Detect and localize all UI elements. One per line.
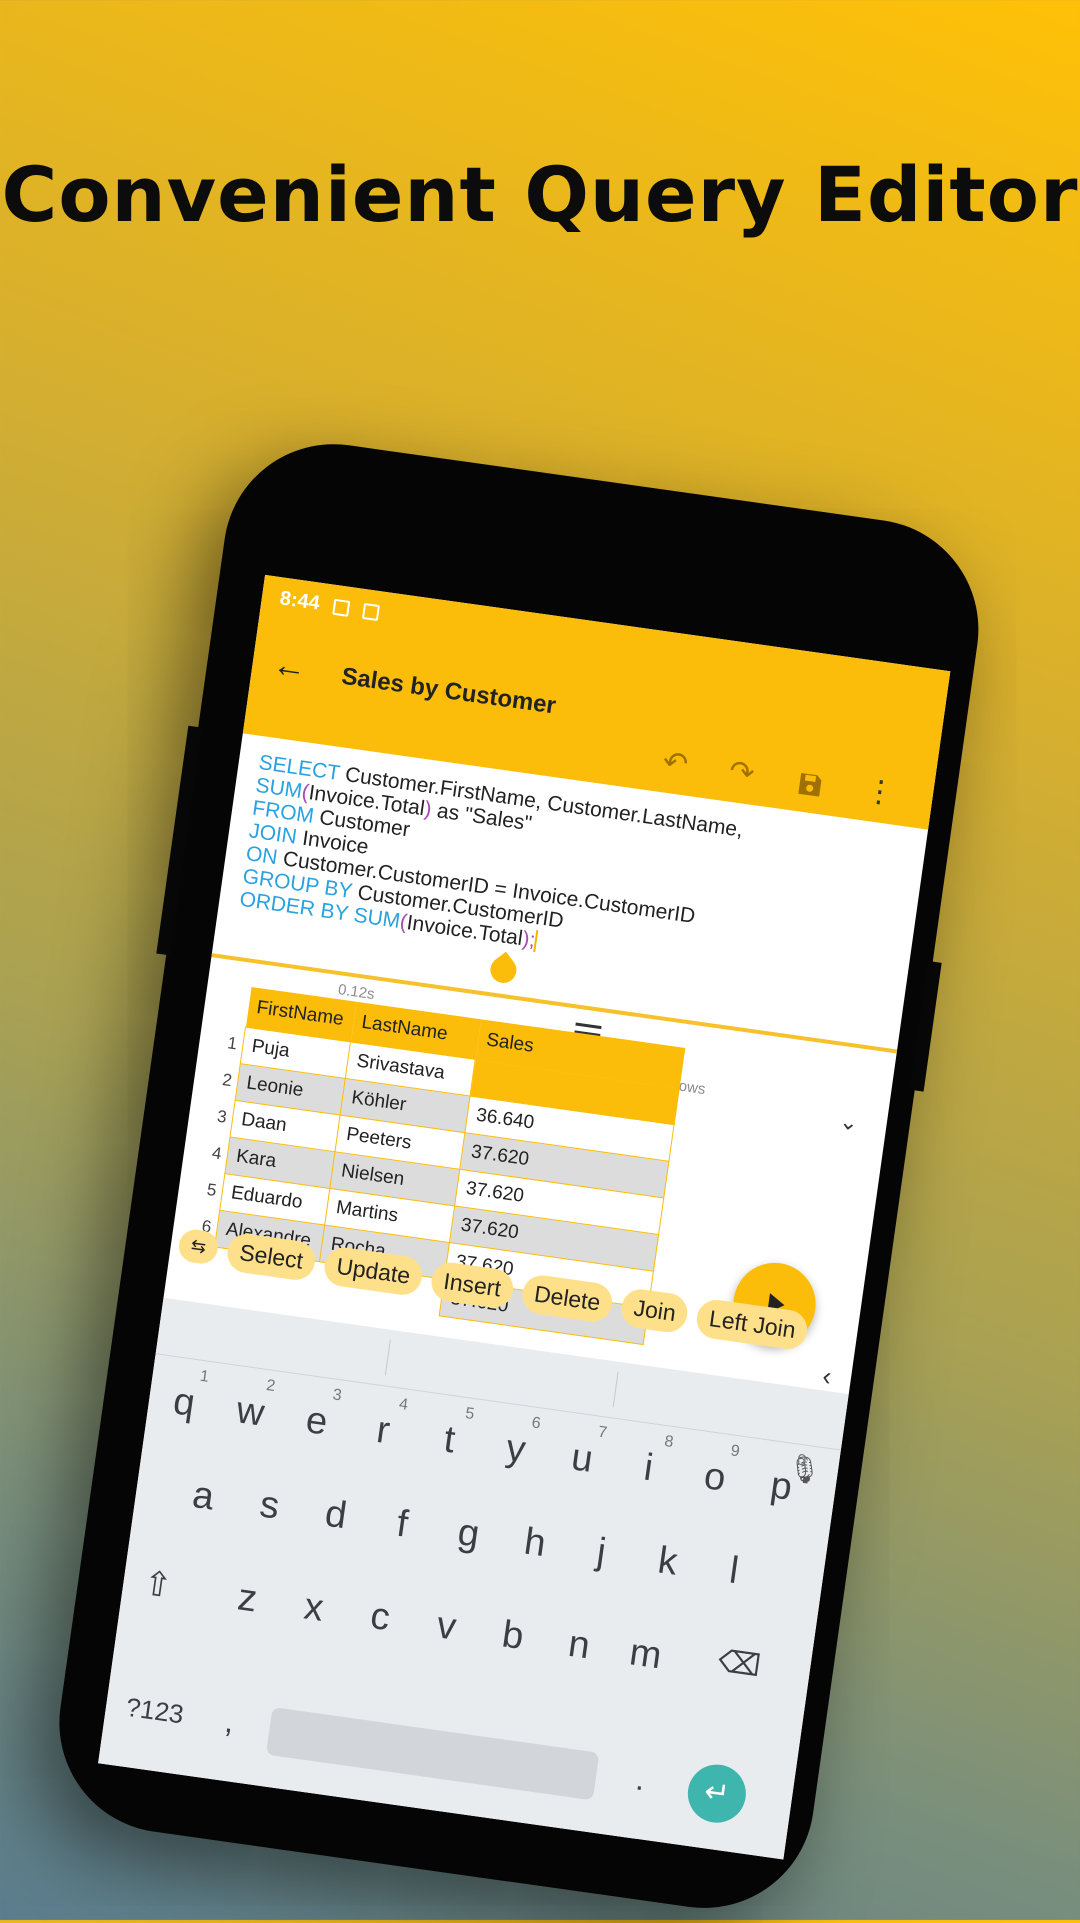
key-period[interactable]: . [634, 1760, 648, 1798]
key-e[interactable]: e3 [289, 1386, 344, 1447]
key-a[interactable]: a [175, 1472, 230, 1522]
save-icon[interactable] [793, 769, 826, 809]
status-time: 8:44 [278, 587, 322, 615]
key-u[interactable]: u7 [554, 1424, 609, 1484]
key-i[interactable]: i8 [621, 1433, 676, 1494]
key-s[interactable]: s [242, 1481, 297, 1531]
page-title: Sales by Customer [339, 662, 558, 720]
headline: Convenient Query Editor [1, 150, 1079, 239]
key-c[interactable]: c [352, 1593, 407, 1643]
key-r[interactable]: r4 [355, 1396, 410, 1456]
redo-icon[interactable]: ↷ [727, 754, 757, 792]
shift-icon[interactable]: ⇧ [141, 1563, 175, 1607]
key-k[interactable]: k [640, 1537, 695, 1587]
swap-icon[interactable]: ⇆ [176, 1227, 221, 1266]
gallery-icon [332, 598, 351, 617]
key-z[interactable]: z [220, 1574, 275, 1624]
key-w[interactable]: w2 [223, 1377, 278, 1438]
key-n[interactable]: n [551, 1621, 606, 1671]
more-vert-icon[interactable]: ⋮ [863, 773, 898, 812]
key-q[interactable]: q1 [156, 1368, 211, 1428]
undo-icon[interactable]: ↶ [661, 744, 691, 782]
key-b[interactable]: b [485, 1611, 540, 1661]
phone-mockup: 8:44 ← Sales by Customer ↶ ↷ ⋮ SELECT Cu… [45, 430, 993, 1923]
key-o[interactable]: o9 [687, 1442, 742, 1503]
key-l[interactable]: l [706, 1547, 761, 1597]
key-f[interactable]: f [374, 1500, 429, 1550]
back-arrow-icon[interactable]: ← [270, 645, 309, 688]
key-v[interactable]: v [419, 1602, 474, 1652]
key-y[interactable]: y6 [488, 1414, 543, 1475]
chevron-down-icon[interactable]: ⌄ [838, 1108, 860, 1136]
key-h[interactable]: h [507, 1519, 562, 1569]
suggestion-divider [384, 1339, 391, 1376]
notification-a-icon [362, 602, 381, 621]
key-j[interactable]: j [574, 1528, 629, 1578]
enter-icon[interactable]: ↵ [684, 1760, 750, 1827]
suggestion-divider [612, 1371, 619, 1408]
soft-keyboard: 🎙 q1 w2 e3 r4 t5 y6 u7 i8 o9 p0 a s d f … [98, 1297, 849, 1860]
symbols-key[interactable]: ?123 [124, 1692, 185, 1731]
key-comma[interactable]: , [223, 1703, 237, 1741]
key-m[interactable]: m [618, 1630, 673, 1680]
key-t[interactable]: t5 [422, 1405, 477, 1466]
backspace-icon[interactable]: ⌫ [716, 1644, 763, 1685]
key-d[interactable]: d [308, 1491, 363, 1541]
key-p[interactable]: p0 [753, 1452, 808, 1512]
status-bar: 8:44 [278, 587, 381, 624]
key-x[interactable]: x [286, 1583, 341, 1633]
key-g[interactable]: g [441, 1509, 496, 1559]
space-bar[interactable] [265, 1706, 600, 1801]
